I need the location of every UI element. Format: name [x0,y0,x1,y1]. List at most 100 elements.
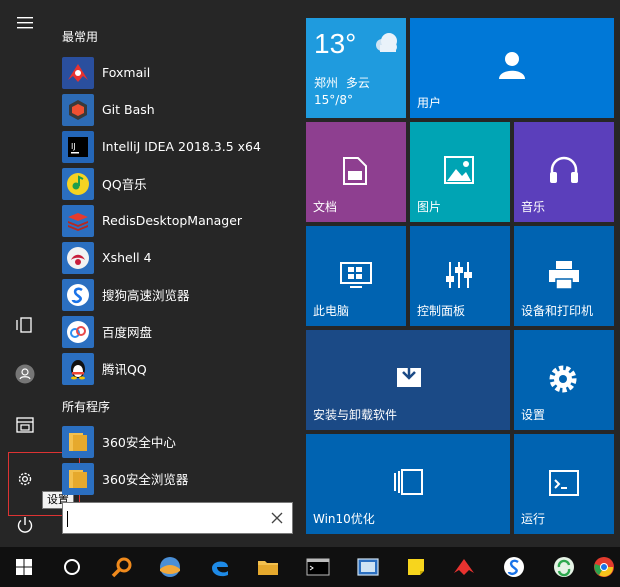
xshell-icon [62,241,94,274]
intellij-icon: IJ [62,130,94,163]
app-label: 搜狗高速浏览器 [102,288,190,303]
cortana-button[interactable] [48,547,96,587]
user-avatar-icon [15,364,35,384]
app-label: IntelliJ IDEA 2018.3.5 x64 [102,139,261,154]
app-list: 最常用 Foxmail Git Bash IJ IntelliJ IDEA 20… [50,0,300,547]
taskbar-terminal[interactable] [294,547,342,587]
tile-label: 运行 [521,512,546,526]
user-icon [499,52,525,79]
taskbar [0,547,620,587]
taskbar-search-app[interactable] [98,547,146,587]
tile-label: 设置 [521,408,546,422]
app-label: 360安全中心 [102,435,176,450]
window-app-icon [357,558,379,576]
app-item-360-security-center[interactable]: 360安全中心 [62,423,298,460]
app-item-xshell[interactable]: Xshell 4 [62,239,298,276]
tile-pictures[interactable]: 图片 [410,122,510,222]
redis-icon [62,204,94,237]
tile-weather[interactable]: 13° 郑州 多云 15°/8° [306,18,406,118]
svg-text:IJ: IJ [71,142,76,151]
clear-search-button[interactable] [266,507,288,529]
app-item-tencent-qq[interactable]: 腾讯QQ [62,350,298,387]
search-input[interactable] [69,509,259,529]
text-caret [67,511,68,527]
app-item-360-browser[interactable]: 360安全浏览器 [62,460,298,497]
app-label: QQ音乐 [102,177,147,192]
weather-range: 15°/8° [314,93,353,107]
tablet-icon [394,469,423,495]
app-item-qq-music[interactable]: QQ音乐 [62,165,298,202]
chrome-icon [594,557,614,577]
cloud-icon [376,33,397,52]
weather-temp: 13° [314,28,357,59]
search-box[interactable] [62,502,293,534]
app-label: Foxmail [102,65,151,80]
foxmail-icon [62,56,94,89]
taskbar-sunset-app[interactable] [146,547,194,587]
taskbar-window-app[interactable] [344,547,392,587]
tile-control-panel[interactable]: 控制面板 [410,226,510,326]
tile-settings[interactable]: 设置 [514,330,614,430]
tile-run[interactable]: 运行 [514,434,614,534]
app-item-git-bash[interactable]: Git Bash [62,91,298,128]
install-icon [397,362,421,387]
tablet-icon [16,317,32,333]
sogou-browser-icon [62,278,94,311]
taskbar-chrome[interactable] [588,547,620,587]
power-icon [17,517,33,533]
tile-label: 图片 [417,200,442,214]
file-explorer-icon [16,417,34,433]
sticky-note-icon [408,559,424,575]
run-icon [549,470,579,496]
weather-city: 郑州 [314,76,339,90]
taskbar-file-explorer[interactable] [244,547,292,587]
folder-icon [62,462,94,495]
app-label: 百度网盘 [102,325,153,340]
tile-devices-printers[interactable]: 设备和打印机 [514,226,614,326]
document-icon [343,157,367,185]
magnifier-icon [111,557,132,578]
app-item-redis[interactable]: RedisDesktopManager [62,202,298,239]
tile-label: 文档 [313,200,338,214]
weather-location: 郑州 多云 [314,74,370,91]
tile-user[interactable]: 用户 [410,18,614,118]
tablet-mode-button[interactable] [0,302,50,348]
app-label: Xshell 4 [102,250,152,265]
tile-install-uninstall[interactable]: 安装与卸载软件 [306,330,510,430]
tile-label: Win10优化 [313,512,375,526]
app-item-intellij[interactable]: IJ IntelliJ IDEA 2018.3.5 x64 [62,128,298,165]
tile-music[interactable]: 音乐 [514,122,614,222]
user-account-button[interactable] [0,351,50,397]
terminal-icon [306,558,330,576]
all-programs-heading: 所有程序 [62,400,111,414]
taskbar-foxmail[interactable] [440,547,488,587]
gear-icon [549,365,577,393]
hamburger-menu-button[interactable] [0,0,50,46]
start-button[interactable] [0,547,48,587]
windows-logo-icon [16,559,32,575]
app-item-baidu-netdisk[interactable]: 百度网盘 [62,313,298,350]
file-explorer-button[interactable] [0,402,50,448]
app-label: 360安全浏览器 [102,472,189,487]
app-item-sogou-browser[interactable]: 搜狗高速浏览器 [62,276,298,313]
taskbar-sticky-notes[interactable] [392,547,440,587]
taskbar-sogou-browser[interactable] [490,547,538,587]
close-icon [271,512,283,524]
folder-icon [258,561,278,575]
sliders-icon [446,262,472,288]
tile-win10-optimize[interactable]: Win10优化 [306,434,510,534]
tile-documents[interactable]: 文档 [306,122,406,222]
tile-this-pc[interactable]: 此电脑 [306,226,406,326]
computer-icon [340,262,372,288]
picture-icon [444,156,474,184]
app-label: RedisDesktopManager [102,213,243,228]
taskbar-green-app[interactable] [540,547,588,587]
start-menu: 设置 最常用 Foxmail Git Bash IJ IntelliJ IDEA… [0,0,620,547]
tile-label: 音乐 [521,200,546,214]
tile-label: 安装与卸载软件 [313,408,398,422]
taskbar-edge[interactable] [196,547,244,587]
baidu-netdisk-icon [62,315,94,348]
app-item-foxmail[interactable]: Foxmail [62,54,298,91]
tile-label: 设备和打印机 [521,304,594,318]
app-label: Git Bash [102,102,155,117]
